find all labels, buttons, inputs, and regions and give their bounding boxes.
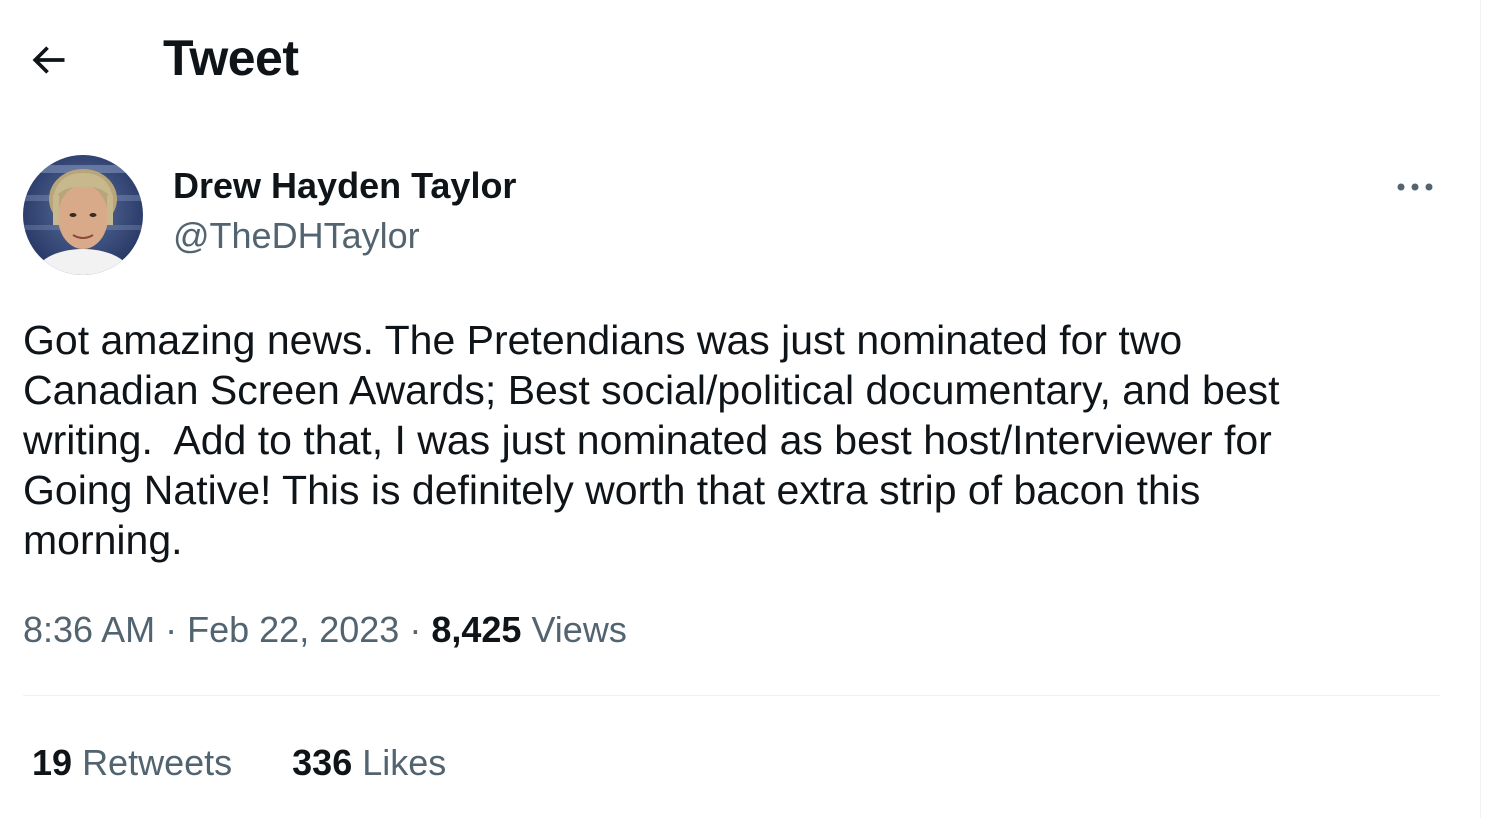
retweets-stat[interactable]: 19 Retweets — [32, 738, 232, 788]
more-options-button[interactable] — [1390, 166, 1440, 208]
meta-separator: · — [409, 609, 422, 650]
retweets-count: 19 — [32, 742, 73, 783]
ellipsis-icon — [1397, 183, 1433, 191]
likes-stat[interactable]: 336 Likes — [292, 738, 446, 788]
views-count: 8,425 — [431, 609, 522, 650]
tweet-meta: 8:36 AM · Feb 22, 2023 · 8,425 Views — [23, 605, 627, 655]
retweets-label: Retweets — [82, 742, 233, 783]
likes-label: Likes — [362, 742, 447, 783]
page-header: Tweet — [0, 0, 1480, 120]
likes-count: 336 — [292, 742, 353, 783]
arrow-left-icon — [32, 46, 65, 74]
author-name[interactable]: Drew Hayden Taylor — [173, 163, 516, 209]
tweet-text: Got amazing news. The Pretendians was ju… — [23, 317, 1280, 563]
profile-photo — [23, 155, 143, 275]
divider — [23, 695, 1440, 696]
tweet-page: Tweet Drew Hayden Taylor @TheDHTaylor Go… — [0, 0, 1481, 818]
avatar[interactable] — [23, 155, 143, 275]
author-handle[interactable]: @TheDHTaylor — [173, 213, 420, 259]
tweet-date[interactable]: Feb 22, 2023 — [187, 609, 399, 650]
meta-separator: · — [165, 609, 178, 650]
views-label: Views — [531, 609, 627, 650]
engagement-stats: 19 Retweets 336 Likes — [32, 738, 446, 788]
tweet-time[interactable]: 8:36 AM — [23, 609, 155, 650]
back-button[interactable] — [20, 32, 76, 88]
page-title: Tweet — [163, 30, 299, 86]
